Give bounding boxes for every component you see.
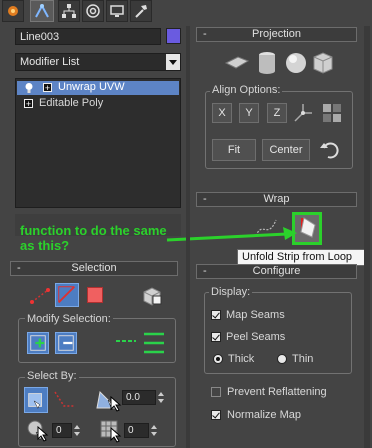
map-seams-label: Map Seams	[226, 309, 285, 321]
thick-radio[interactable]	[213, 354, 223, 364]
center-button[interactable]: Center	[262, 139, 310, 161]
thin-radio[interactable]	[277, 354, 287, 364]
modify-selection-label: Modify Selection:	[25, 313, 113, 325]
object-name-field[interactable]: Line003	[15, 28, 161, 45]
expand-icon[interactable]: +	[43, 83, 52, 93]
collapse-icon: -	[203, 265, 207, 277]
spinner-arrows-icon[interactable]	[150, 423, 158, 438]
wrap-title: Wrap	[263, 193, 290, 205]
hierarchy-icon	[62, 4, 76, 18]
tab-utilities[interactable]	[130, 0, 152, 22]
smoothing-group-spinner[interactable]: 0	[124, 423, 149, 438]
annotation-text: function to do the same as this?	[20, 223, 167, 253]
chevron-down-icon	[166, 54, 180, 70]
collapse-icon: -	[203, 28, 207, 40]
align-z-button[interactable]: Z	[267, 103, 287, 123]
reset-icon[interactable]	[318, 138, 342, 162]
tab-display[interactable]	[106, 0, 128, 22]
thin-label: Thin	[292, 353, 314, 365]
collapse-icon: -	[203, 193, 207, 205]
polygon-select-icon[interactable]	[87, 287, 103, 303]
planar-angle-spinner[interactable]: 0.0	[122, 390, 156, 405]
stack-item-editable-poly[interactable]: + Editable Poly	[17, 97, 179, 111]
tab-modify[interactable]	[30, 0, 54, 22]
box-map-icon[interactable]	[312, 51, 334, 75]
peel-seams-label: Peel Seams	[226, 331, 286, 343]
align-options-label: Align Options:	[210, 84, 283, 96]
shrink-selection-button[interactable]	[55, 332, 77, 354]
cursor-icon	[110, 396, 122, 412]
modifier-stack: + Unwrap UVW + Editable Poly	[15, 78, 181, 208]
align-y-button[interactable]: Y	[239, 103, 259, 123]
projection-title: Projection	[252, 28, 301, 40]
display-icon	[110, 5, 124, 17]
cursor-icon	[110, 427, 122, 443]
prevent-reflattening-label: Prevent Reflattening	[227, 386, 327, 398]
tab-hierarchy[interactable]	[58, 0, 80, 22]
best-align-icon[interactable]	[292, 102, 314, 124]
select-by-label: Select By:	[25, 370, 79, 382]
modifier-list-dropdown[interactable]: Modifier List	[15, 53, 181, 71]
loop-select-icon[interactable]	[115, 336, 137, 346]
ring-select-icon[interactable]	[142, 330, 166, 356]
cursor-icon	[37, 426, 49, 442]
utilities-icon	[135, 5, 147, 18]
element-select-icon[interactable]	[140, 284, 164, 306]
stack-item-unwrap-uvw[interactable]: + Unwrap UVW	[17, 81, 179, 95]
edge-select-icon[interactable]	[55, 283, 79, 307]
grow-selection-button[interactable]	[27, 332, 49, 354]
configure-rollout-header[interactable]: - Configure	[196, 264, 357, 279]
vertex-select-icon[interactable]	[28, 286, 52, 306]
create-icon	[8, 6, 18, 16]
normalize-map-checkbox[interactable]	[211, 410, 221, 420]
map-seams-checkbox[interactable]	[211, 310, 221, 320]
right-scrollbar[interactable]	[364, 26, 370, 448]
thick-label: Thick	[228, 353, 255, 365]
projection-rollout-header[interactable]: - Projection	[196, 27, 357, 42]
tab-create[interactable]	[2, 0, 24, 22]
material-id-spinner[interactable]: 0	[52, 423, 72, 438]
modifier-list-label: Modifier List	[20, 56, 80, 68]
prevent-reflattening-checkbox[interactable]	[211, 387, 221, 397]
cylindrical-map-icon[interactable]	[256, 50, 278, 76]
display-label: Display:	[209, 286, 253, 298]
object-color-swatch[interactable]	[166, 28, 181, 44]
align-to-view-icon[interactable]	[321, 102, 343, 124]
spherical-map-icon[interactable]	[284, 51, 308, 75]
select-by-edge-angle-icon[interactable]	[52, 388, 78, 412]
normalize-map-label: Normalize Map	[227, 409, 301, 421]
selection-title: Selection	[71, 262, 117, 274]
lightbulb-icon[interactable]	[24, 82, 34, 97]
panel-divider	[186, 26, 190, 448]
planar-map-icon[interactable]	[224, 53, 250, 71]
fit-button[interactable]: Fit	[212, 139, 256, 161]
motion-icon	[86, 4, 100, 18]
collapse-icon: -	[17, 262, 21, 274]
stack-item-label: Unwrap UVW	[58, 81, 125, 93]
modify-icon	[35, 3, 49, 18]
peel-seams-checkbox[interactable]	[211, 332, 221, 342]
wrap-rollout-header[interactable]: - Wrap	[196, 192, 357, 207]
expand-icon[interactable]: +	[24, 99, 33, 109]
tab-motion[interactable]	[82, 0, 104, 22]
stack-item-label: Editable Poly	[39, 97, 104, 109]
configure-title: Configure	[252, 265, 301, 277]
spinner-arrows-icon[interactable]	[157, 390, 165, 405]
selection-rollout-header[interactable]: - Selection	[10, 261, 178, 276]
select-by-element-button[interactable]	[24, 387, 48, 413]
spinner-arrows-icon[interactable]	[73, 423, 81, 438]
align-x-button[interactable]: X	[212, 103, 232, 123]
